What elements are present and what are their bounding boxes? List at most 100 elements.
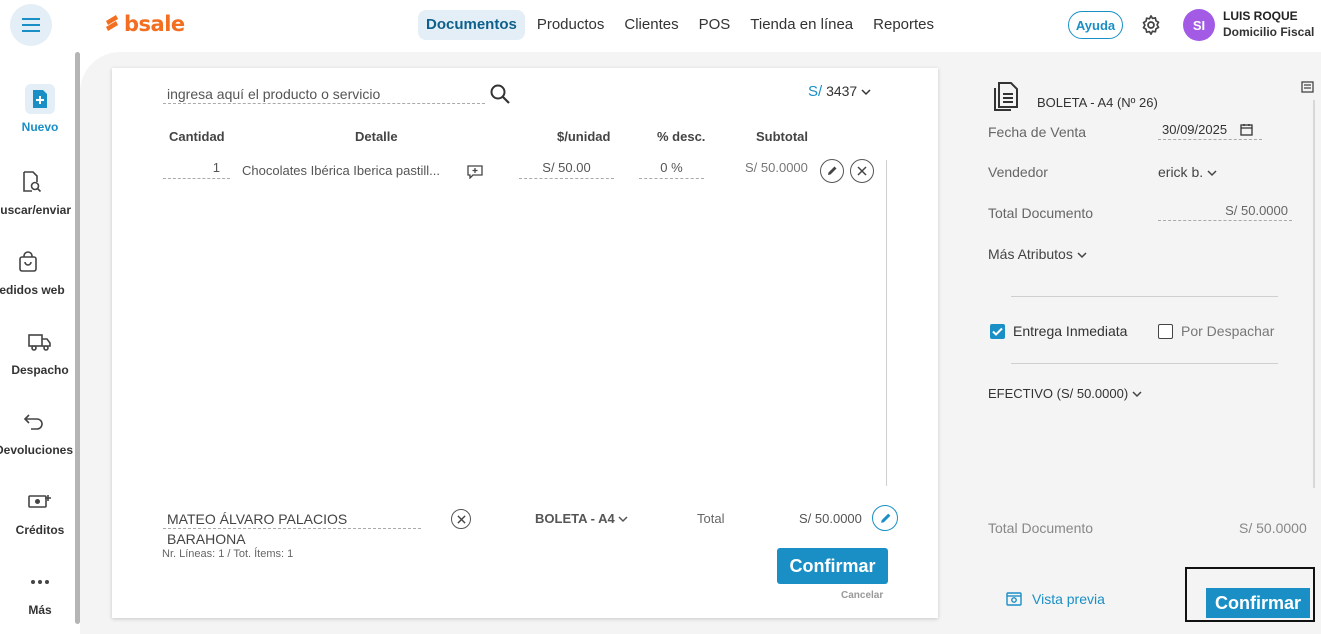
total-label: Total	[697, 511, 725, 526]
preview-icon	[1006, 592, 1022, 606]
document-type-selector[interactable]: BOLETA - A4	[535, 511, 628, 526]
money-add-icon	[25, 487, 55, 517]
document-type-label: BOLETA - A4	[535, 511, 615, 526]
return-arrow-icon	[19, 407, 49, 437]
preview-label: Vista previa	[1032, 591, 1105, 607]
sidebar-item-label: Créditos	[15, 523, 65, 537]
confirm-button[interactable]: Confirmar	[777, 548, 888, 584]
immediate-delivery-checkbox[interactable]	[990, 324, 1005, 339]
sidebar-item-pedidos-web[interactable]: Pedidos web	[0, 247, 68, 297]
delete-row-button[interactable]	[850, 159, 874, 183]
sidebar-item-despacho[interactable]: Despacho	[0, 327, 80, 377]
truck-icon	[25, 327, 55, 357]
new-document-icon	[25, 84, 55, 114]
search-document-icon	[17, 167, 47, 197]
client-field[interactable]: MATEO ÁLVARO PALACIOS BARAHONA	[163, 509, 421, 547]
payment-method-label: EFECTIVO (S/ 50.0000)	[988, 386, 1129, 401]
hamburger-icon	[22, 18, 40, 32]
currency-code: 3437	[826, 83, 858, 99]
document-total-label: Total Documento	[988, 205, 1094, 221]
sidebar-item-label: Despacho	[11, 363, 69, 377]
seller-label: Vendedor	[988, 164, 1048, 180]
footer-total-label: Total Documento	[988, 520, 1094, 536]
more-attributes-label: Más Atributos	[988, 246, 1073, 262]
product-search-input[interactable]: ingresa aquí el producto o servicio	[163, 84, 485, 104]
panel-confirm-button[interactable]: Confirmar	[1206, 588, 1310, 618]
document-total-field[interactable]: S/ 50.0000	[1158, 203, 1292, 221]
document-icon	[994, 82, 1018, 111]
pencil-icon	[880, 513, 890, 523]
sale-date-label: Fecha de Venta	[988, 124, 1087, 140]
sidebar-item-devoluciones[interactable]: Devoluciones	[0, 407, 74, 457]
sidebar-item-label: Nuevo	[21, 120, 59, 134]
preview-button[interactable]: Vista previa	[1006, 591, 1105, 607]
close-icon	[857, 166, 867, 176]
row-discount-input[interactable]: 0 %	[639, 160, 704, 179]
seller-selector[interactable]: erick b.	[1158, 164, 1217, 180]
sidebar-item-mas[interactable]: Más	[0, 567, 80, 617]
search-icon[interactable]	[489, 83, 511, 105]
sidebar-item-label: Más	[28, 603, 52, 617]
lines-divider	[886, 160, 887, 486]
panel-scrollbar[interactable]	[1313, 100, 1315, 488]
bsale-logo[interactable]: bsale	[104, 12, 185, 36]
more-attributes-toggle[interactable]: Más Atributos	[988, 246, 1087, 262]
row-quantity-input[interactable]: 1	[163, 160, 230, 179]
divider	[1011, 296, 1278, 297]
more-dots-icon	[25, 567, 55, 597]
nav-clientes[interactable]: Clientes	[616, 10, 686, 40]
calendar-icon	[1240, 124, 1253, 136]
sidebar-item-creditos[interactable]: Créditos	[0, 487, 80, 537]
column-header-cantidad: Cantidad	[169, 129, 225, 144]
sidebar-item-nuevo[interactable]: Nuevo	[0, 84, 80, 134]
user-branch[interactable]: Domicilio Fiscal	[1223, 25, 1314, 39]
payment-method-selector[interactable]: EFECTIVO (S/ 50.0000)	[988, 386, 1142, 401]
seller-value: erick b.	[1158, 164, 1204, 180]
chevron-down-icon	[618, 516, 628, 523]
column-header-detalle: Detalle	[355, 129, 398, 144]
user-avatar[interactable]: SI	[1183, 9, 1215, 41]
dispatch-label[interactable]: Por Despachar	[1181, 323, 1274, 339]
gear-icon[interactable]	[1140, 14, 1162, 36]
app-root: bsale Documentos Productos Clientes POS …	[0, 0, 1321, 634]
chevron-down-icon	[861, 89, 871, 96]
sidebar: Nuevo buscar/enviar Pedidos web Despacho…	[0, 52, 80, 634]
immediate-delivery-label[interactable]: Entrega Inmediata	[1013, 323, 1127, 339]
checkmark-icon	[992, 327, 1003, 336]
divider	[1011, 363, 1278, 364]
sale-date-value: 30/09/2025	[1162, 122, 1228, 137]
nav-pos[interactable]: POS	[691, 10, 739, 40]
user-name[interactable]: LUIS ROQUE	[1223, 9, 1298, 23]
clear-client-button[interactable]	[451, 509, 471, 529]
total-value: S/ 50.0000	[799, 511, 862, 526]
sidebar-item-label: Pedidos web	[0, 283, 65, 297]
dispatch-checkbox[interactable]	[1158, 324, 1173, 339]
notes-icon[interactable]	[1301, 80, 1315, 94]
nav-documentos[interactable]: Documentos	[418, 10, 525, 40]
edit-total-button[interactable]	[872, 505, 898, 531]
nav-tienda-en-linea[interactable]: Tienda en línea	[742, 10, 861, 40]
top-bar: bsale Documentos Productos Clientes POS …	[0, 0, 1321, 52]
sidebar-item-buscar-enviar[interactable]: buscar/enviar	[0, 167, 72, 217]
bsale-logo-mark-icon	[106, 15, 118, 31]
sidebar-item-label: Devoluciones	[0, 443, 74, 457]
footer-total-value: S/ 50.0000	[1239, 520, 1307, 536]
column-header-discount: % desc.	[657, 129, 706, 144]
column-header-unit-price: $/unidad	[557, 129, 611, 144]
hamburger-menu-button[interactable]	[10, 4, 52, 46]
sale-date-field[interactable]: 30/09/2025	[1158, 122, 1262, 140]
column-header-subtotal: Subtotal	[756, 129, 808, 144]
row-product-detail[interactable]: Chocolates Ibérica Iberica pastill...	[242, 163, 440, 178]
document-title: BOLETA - A4 (Nº 26)	[1037, 95, 1158, 110]
edit-row-button[interactable]	[820, 159, 844, 183]
row-unit-price-input[interactable]: S/ 50.00	[519, 160, 614, 179]
pencil-icon	[828, 166, 837, 175]
nav-reportes[interactable]: Reportes	[865, 10, 942, 40]
add-comment-icon[interactable]	[467, 165, 483, 179]
cancel-button[interactable]: Cancelar	[841, 590, 883, 601]
nav-productos[interactable]: Productos	[529, 10, 613, 40]
currency-selector[interactable]: S/ 3437	[808, 83, 871, 100]
bsale-logo-text: bsale	[124, 12, 185, 36]
help-button[interactable]: Ayuda	[1068, 11, 1123, 39]
currency-symbol: S/	[808, 83, 823, 100]
